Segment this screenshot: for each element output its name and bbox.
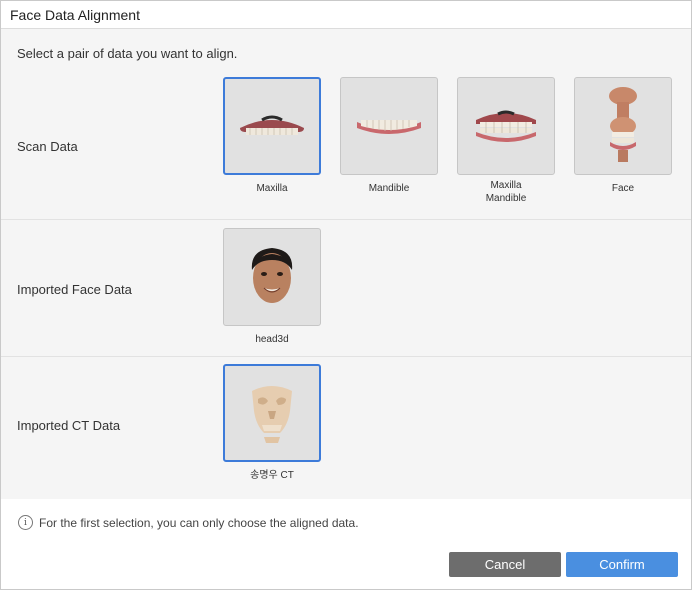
maxilla-teeth-icon <box>240 115 304 135</box>
item-caption: Maxilla <box>256 183 288 194</box>
face-item-head3d[interactable]: head3d <box>221 228 323 346</box>
item-caption: Maxilla Mandible <box>455 179 557 205</box>
row-divider <box>1 356 691 357</box>
ct-skull-icon <box>252 386 292 443</box>
row-label-scan-data: Scan Data <box>17 139 78 154</box>
thumbnail[interactable] <box>574 77 672 175</box>
maxilla-mandible-teeth-icon <box>476 110 536 142</box>
face-scan-icon <box>609 87 637 162</box>
thumbnail[interactable] <box>223 364 321 462</box>
row-label-imported-face-data: Imported Face Data <box>17 282 132 297</box>
item-caption: Face <box>611 183 635 194</box>
head-3d-icon <box>251 248 293 303</box>
info-icon: i <box>18 515 33 530</box>
scan-item-mandible[interactable]: Mandible <box>338 77 440 195</box>
face-data-alignment-dialog: Face Data Alignment Select a pair of dat… <box>0 0 692 590</box>
row-divider <box>1 219 691 220</box>
scan-item-maxilla[interactable]: Maxilla <box>221 77 323 195</box>
item-caption: head3d <box>255 334 289 345</box>
mandible-teeth-icon <box>357 120 421 134</box>
thumbnail[interactable] <box>457 77 555 175</box>
info-text: For the first selection, you can only ch… <box>39 515 359 530</box>
thumbnail[interactable] <box>223 77 321 175</box>
confirm-button[interactable]: Confirm <box>566 552 678 577</box>
info-message: i For the first selection, you can only … <box>18 515 359 530</box>
item-caption: 송명우 CT <box>250 470 294 481</box>
item-caption: Mandible <box>368 183 410 194</box>
thumbnail[interactable] <box>340 77 438 175</box>
cancel-button[interactable]: Cancel <box>449 552 561 577</box>
caption-line-1: Maxilla <box>490 180 522 191</box>
instruction-text: Select a pair of data you want to align. <box>17 46 238 61</box>
thumbnail[interactable] <box>223 228 321 326</box>
scan-item-face[interactable]: Face <box>572 77 674 195</box>
scan-item-maxilla-mandible[interactable]: Maxilla Mandible <box>455 77 557 205</box>
row-label-imported-ct-data: Imported CT Data <box>17 418 121 433</box>
dialog-content: Select a pair of data you want to align.… <box>1 29 691 499</box>
ct-item-song-myeong-u[interactable]: 송명우 CT <box>221 364 323 482</box>
dialog-title: Face Data Alignment <box>1 1 691 29</box>
caption-line-2: Mandible <box>485 193 527 204</box>
